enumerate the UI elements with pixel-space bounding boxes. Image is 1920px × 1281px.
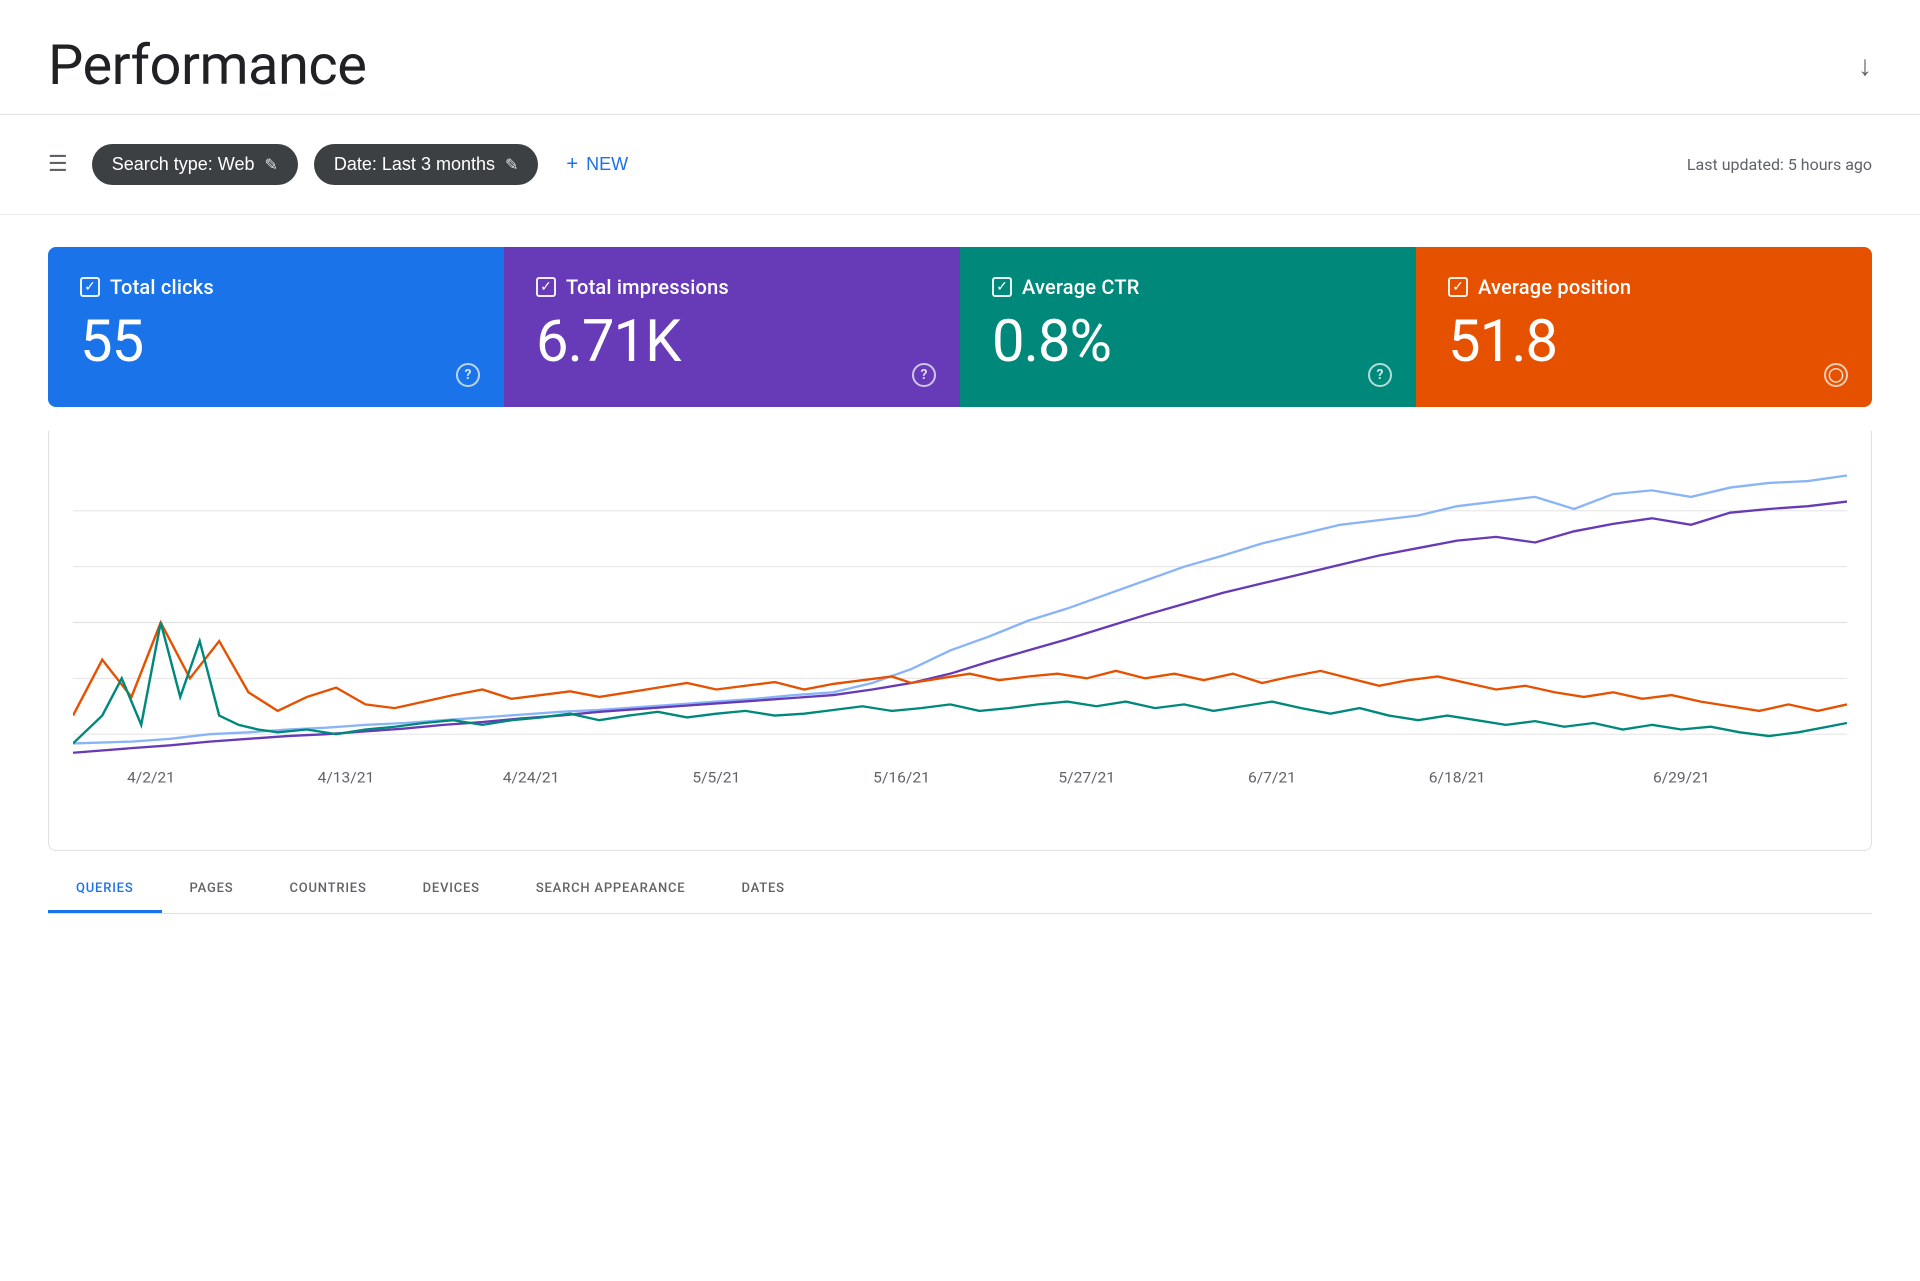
plus-icon: +: [566, 153, 578, 176]
metric-checkbox-impressions[interactable]: ✓: [536, 277, 556, 297]
metric-card-position[interactable]: ✓ Average position 51.8 ◯: [1416, 247, 1872, 407]
date-edit-icon: ✎: [505, 155, 518, 175]
metric-label-ctr: Average CTR: [1022, 275, 1140, 299]
svg-text:4/24/21: 4/24/21: [503, 769, 560, 787]
metric-card-impressions[interactable]: ✓ Total impressions 6.71K ?: [504, 247, 960, 407]
metric-label-impressions: Total impressions: [566, 275, 729, 299]
header: Performance ↓: [0, 0, 1920, 115]
metric-info-position[interactable]: ◯: [1824, 363, 1848, 387]
metric-label-row-impressions: ✓ Total impressions: [536, 275, 928, 299]
toolbar: ☰ Search type: Web ✎ Date: Last 3 months…: [0, 115, 1920, 215]
metric-label-row-clicks: ✓ Total clicks: [80, 275, 472, 299]
metric-card-ctr[interactable]: ✓ Average CTR 0.8% ?: [960, 247, 1416, 407]
metric-info-impressions[interactable]: ?: [912, 363, 936, 387]
last-updated-text: Last updated: 5 hours ago: [1687, 155, 1872, 174]
page-wrapper: Performance ↓ ☰ Search type: Web ✎ Date:…: [0, 0, 1920, 1281]
metric-label-clicks: Total clicks: [110, 275, 214, 299]
metric-info-ctr[interactable]: ?: [1368, 363, 1392, 387]
performance-chart: 4/2/21 4/13/21 4/24/21 5/5/21 5/16/21 5/…: [73, 455, 1847, 790]
svg-text:5/27/21: 5/27/21: [1058, 769, 1115, 787]
svg-text:6/29/21: 6/29/21: [1653, 769, 1710, 787]
svg-text:6/18/21: 6/18/21: [1429, 769, 1486, 787]
date-filter-button[interactable]: Date: Last 3 months ✎: [314, 144, 539, 185]
search-type-edit-icon: ✎: [264, 155, 277, 175]
metric-checkbox-clicks[interactable]: ✓: [80, 277, 100, 297]
metric-value-position: 51.8: [1448, 311, 1840, 375]
new-button[interactable]: + NEW: [554, 143, 640, 186]
metrics-row: ✓ Total clicks 55 ? ✓ Total impressions …: [48, 247, 1872, 407]
metric-label-row-ctr: ✓ Average CTR: [992, 275, 1384, 299]
svg-text:4/2/21: 4/2/21: [127, 769, 175, 787]
svg-text:4/13/21: 4/13/21: [318, 769, 375, 787]
download-icon[interactable]: ↓: [1858, 49, 1872, 82]
metric-checkbox-ctr[interactable]: ✓: [992, 277, 1012, 297]
search-type-label: Search type: Web: [112, 154, 255, 175]
filter-icon[interactable]: ☰: [48, 152, 68, 177]
metric-label-row-position: ✓ Average position: [1448, 275, 1840, 299]
metric-value-ctr: 0.8%: [992, 311, 1384, 375]
metric-info-clicks[interactable]: ?: [456, 363, 480, 387]
metric-card-clicks[interactable]: ✓ Total clicks 55 ?: [48, 247, 504, 407]
new-label: NEW: [586, 154, 628, 175]
tab-queries[interactable]: QUERIES: [48, 867, 162, 913]
tab-pages[interactable]: PAGES: [162, 867, 262, 913]
svg-text:6/7/21: 6/7/21: [1248, 769, 1296, 787]
date-filter-label: Date: Last 3 months: [334, 154, 495, 175]
tab-devices[interactable]: DEVICES: [395, 867, 508, 913]
tab-dates[interactable]: DATES: [713, 867, 812, 913]
page-title: Performance: [48, 32, 366, 98]
metric-label-position: Average position: [1478, 275, 1631, 299]
search-type-button[interactable]: Search type: Web ✎: [92, 144, 298, 185]
svg-text:5/5/21: 5/5/21: [692, 769, 740, 787]
metric-value-clicks: 55: [80, 311, 472, 375]
metric-value-impressions: 6.71K: [536, 311, 928, 375]
tab-countries[interactable]: COUNTRIES: [261, 867, 394, 913]
svg-text:5/16/21: 5/16/21: [873, 769, 930, 787]
header-right: ↓: [1858, 49, 1872, 82]
chart-area: 4/2/21 4/13/21 4/24/21 5/5/21 5/16/21 5/…: [48, 431, 1872, 851]
metric-checkbox-position[interactable]: ✓: [1448, 277, 1468, 297]
tab-search-appearance[interactable]: SEARCH APPEARANCE: [508, 867, 714, 913]
bottom-tabs: QUERIES PAGES COUNTRIES DEVICES SEARCH A…: [48, 867, 1872, 914]
